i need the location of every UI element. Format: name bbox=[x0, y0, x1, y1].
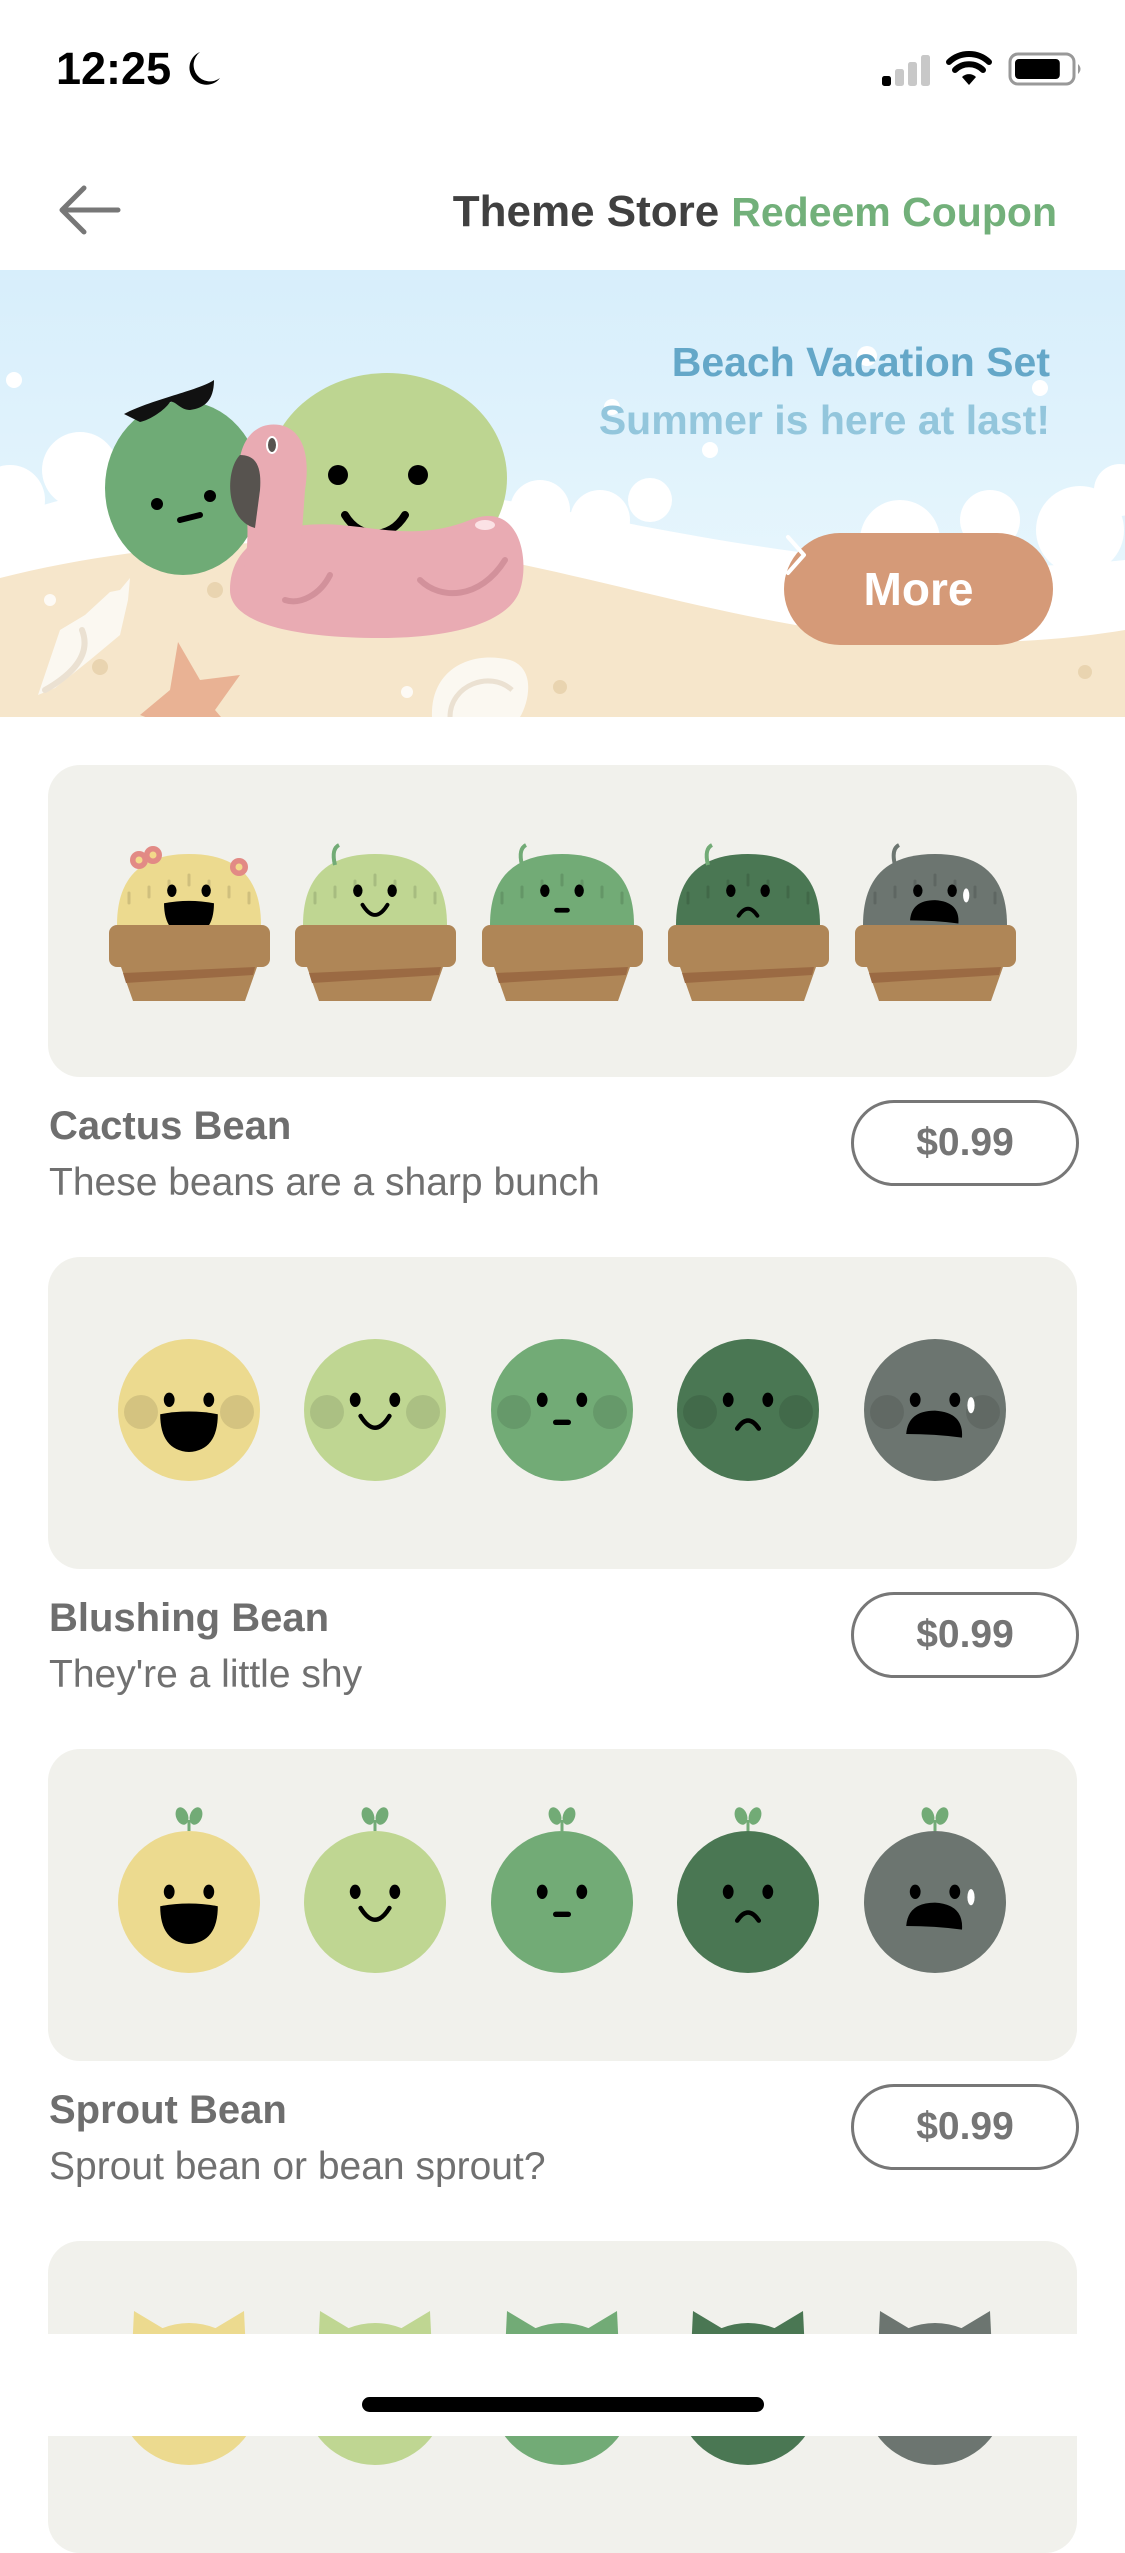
battery-icon bbox=[1008, 52, 1081, 86]
bean-happy bbox=[304, 1807, 446, 1973]
signal-bar bbox=[908, 62, 917, 86]
more-button[interactable]: More bbox=[784, 533, 1053, 645]
bean-crying bbox=[855, 843, 1016, 1001]
signal-bar bbox=[921, 55, 930, 86]
bean-crying bbox=[864, 1339, 1006, 1481]
product-title: Cactus Bean bbox=[49, 1104, 292, 1148]
bean-sad bbox=[677, 1807, 819, 1973]
product-description: Sprout bean or bean sprout? bbox=[49, 2145, 546, 2188]
bean-happy bbox=[304, 1339, 446, 1481]
product-description: They're a little shy bbox=[49, 1653, 363, 1696]
wifi-icon bbox=[946, 51, 992, 85]
featured-banner[interactable]: Beach Vacation Set Summer is here at las… bbox=[0, 270, 1125, 717]
pot bbox=[295, 925, 456, 967]
product-description: These beans are a sharp bunch bbox=[49, 1161, 600, 1204]
page-title: Theme Store bbox=[452, 187, 720, 236]
buy-button[interactable]: $0.99 bbox=[851, 1592, 1079, 1678]
product-card-cactus[interactable] bbox=[48, 765, 1077, 1077]
moon-icon bbox=[189, 52, 220, 85]
buy-button[interactable]: $0.99 bbox=[851, 1100, 1079, 1186]
bean-ecstatic bbox=[118, 1339, 260, 1481]
pot bbox=[855, 925, 1016, 967]
home-indicator[interactable] bbox=[362, 2397, 764, 2412]
bean-sad bbox=[677, 1339, 819, 1481]
bean-ecstatic bbox=[109, 846, 270, 1001]
signal-icon bbox=[882, 55, 930, 86]
sprout-bean-preview bbox=[118, 1807, 1006, 1973]
signal-bar bbox=[895, 69, 904, 86]
pot bbox=[109, 925, 270, 967]
product-title: Sprout Bean bbox=[49, 2088, 287, 2132]
redeem-coupon-link[interactable]: Redeem Coupon bbox=[731, 186, 1057, 238]
status-time: 12:25 bbox=[56, 43, 172, 94]
banner-title: Beach Vacation Set bbox=[671, 339, 1050, 385]
bean-happy bbox=[295, 843, 456, 1001]
bean-sad bbox=[668, 843, 829, 1001]
back-button[interactable] bbox=[50, 180, 128, 240]
signal-bar bbox=[882, 76, 891, 86]
more-button-label: More bbox=[863, 563, 974, 615]
bean-neutral bbox=[491, 1807, 633, 1973]
pot bbox=[482, 925, 643, 967]
cactus-bean-preview bbox=[109, 843, 1016, 1001]
product-card-blushing[interactable] bbox=[48, 1257, 1077, 1569]
blushing-bean-preview bbox=[118, 1339, 1006, 1481]
product-title: Blushing Bean bbox=[49, 1596, 330, 1640]
arrow-left-icon bbox=[59, 185, 121, 235]
bean-neutral bbox=[482, 843, 643, 1001]
product-card-sprout[interactable] bbox=[48, 1749, 1077, 2061]
bean-neutral bbox=[491, 1339, 633, 1481]
bean-ecstatic bbox=[118, 1807, 260, 1973]
banner-subtitle: Summer is here at last! bbox=[598, 397, 1050, 443]
chevron-right-icon bbox=[786, 535, 806, 575]
bottom-safe-area bbox=[0, 2334, 1125, 2436]
header-title-bar: Theme Store Redeem Coupon bbox=[453, 186, 1057, 238]
buy-button[interactable]: $0.99 bbox=[851, 2084, 1079, 2170]
bean-crying bbox=[864, 1807, 1006, 1973]
pot bbox=[668, 925, 829, 967]
